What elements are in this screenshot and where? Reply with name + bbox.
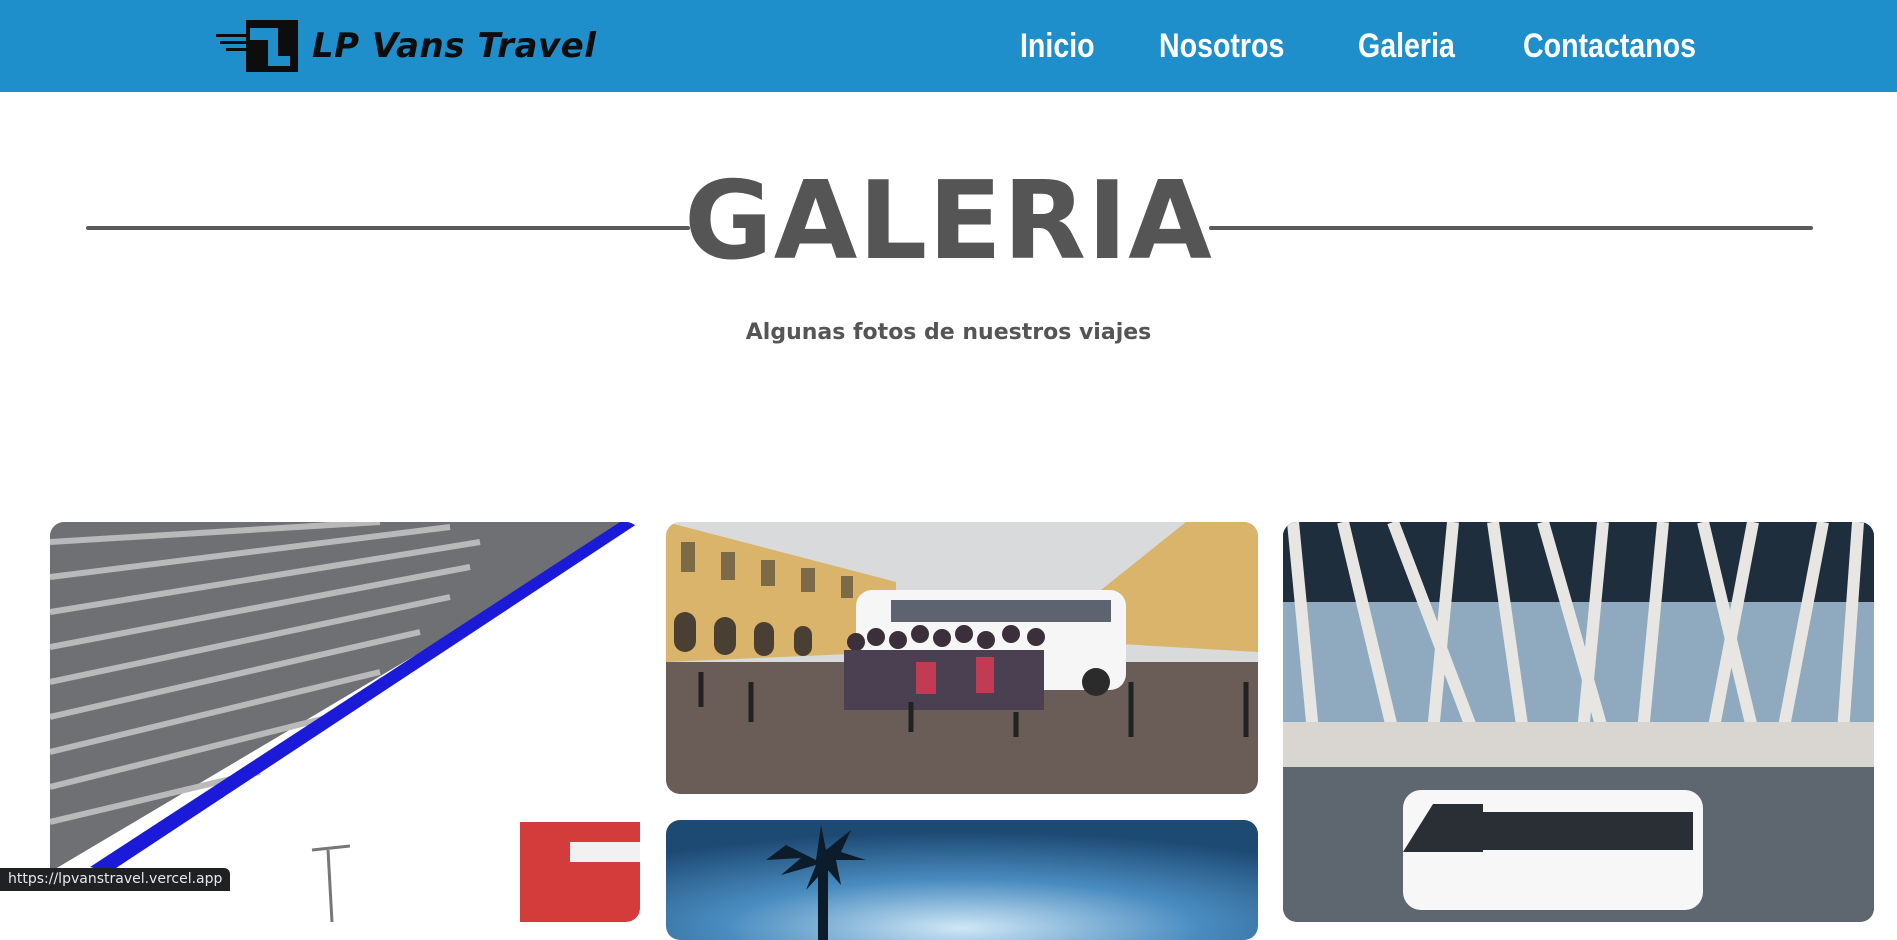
nav-link-contactanos[interactable]: Contactanos <box>1523 27 1696 66</box>
photo-airport-image <box>1283 522 1874 922</box>
van-logo-icon <box>216 20 298 72</box>
photo-canopy-image <box>50 522 640 922</box>
nav-link-inicio[interactable]: Inicio <box>1020 27 1095 66</box>
link-status-url: https://lpvanstravel.vercel.app <box>0 868 231 891</box>
main-nav: Inicio Nosotros Galeria Contactanos <box>1020 0 1779 92</box>
top-navbar: LP Vans Travel Inicio Nosotros Galeria C… <box>0 0 1897 92</box>
nav-link-nosotros[interactable]: Nosotros <box>1159 27 1284 66</box>
brand-name: LP Vans Travel <box>312 26 597 66</box>
gallery-photo-group-plaza[interactable] <box>666 522 1258 794</box>
nav-link-galeria[interactable]: Galeria <box>1358 27 1455 66</box>
gallery-photo-airport-van[interactable] <box>1283 522 1874 922</box>
page-subtitle: Algunas fotos de nuestros viajes <box>745 320 1152 345</box>
page-title: GALERIA <box>684 159 1213 284</box>
gallery-heading: GALERIA Algunas fotos de nuestros viajes <box>0 92 1897 422</box>
gallery-photo-palm-sky[interactable] <box>666 820 1258 940</box>
gallery-photo-canopy[interactable] <box>50 522 640 922</box>
brand-logo[interactable]: LP Vans Travel <box>216 18 596 74</box>
photo-palm-image <box>666 820 1258 940</box>
photo-group-image <box>666 522 1258 794</box>
